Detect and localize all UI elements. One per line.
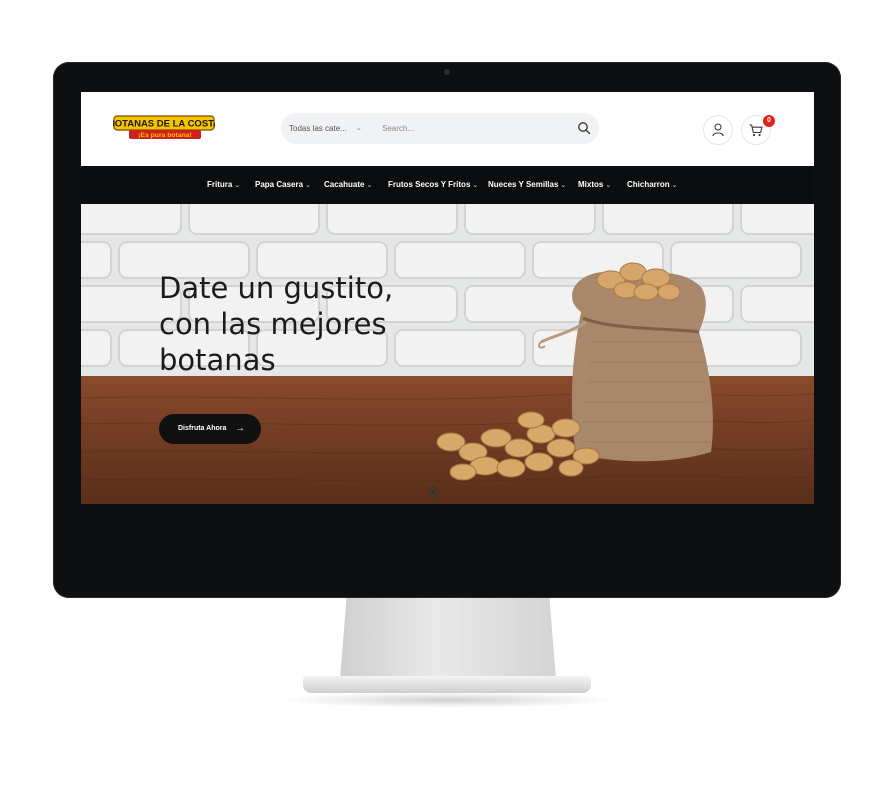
nav-item-papa-casera[interactable]: Papa Casera ⌄ [255, 166, 311, 204]
nav-item-label: Mixtos [578, 180, 604, 189]
chevron-down-icon: ⌄ [605, 182, 612, 189]
site-header: BOTANAS DE LA COSTA ¡Es pura botana! Tod… [81, 92, 814, 166]
chevron-down-icon: ⌄ [472, 182, 479, 189]
chevron-down-icon: ⌄ [234, 182, 241, 189]
disfruta-ahora-button[interactable]: Disfruta Ahora → [159, 414, 261, 444]
cta-label: Disfruta Ahora [178, 425, 227, 432]
nav-item-cacahuate[interactable]: Cacahuate ⌄ [324, 166, 372, 204]
category-select[interactable]: Todas las cate... [289, 113, 347, 144]
nav-item-label: Cacahuate [324, 180, 365, 189]
user-icon [712, 123, 724, 137]
nav-item-frutos-secos[interactable]: Frutos Secos Y Fritos ⌄ [388, 166, 478, 204]
nav-item-label: Chicharron [627, 180, 670, 189]
search-input[interactable] [382, 120, 562, 137]
nav-item-label: Frutos Secos Y Fritos [388, 180, 471, 189]
headline-line: con las mejores [159, 307, 387, 341]
monitor-base [303, 676, 591, 693]
monitor-base-shadow [280, 692, 616, 708]
search-icon[interactable] [577, 121, 591, 135]
botanas-logo[interactable]: BOTANAS DE LA COSTA ¡Es pura botana! [113, 114, 215, 142]
chevron-down-icon: ⌄ [671, 182, 678, 189]
website-screen: BOTANAS DE LA COSTA ¡Es pura botana! Tod… [81, 92, 814, 504]
main-navigation: Fritura ⌄ Papa Casera ⌄ Cacahuate ⌄ Frutos … [81, 166, 814, 204]
cart-count-badge: 0 [763, 115, 775, 127]
hero-banner: Date un gustito, con las mejores botanas… [81, 204, 814, 504]
account-button[interactable] [703, 115, 733, 145]
cart-icon [749, 124, 763, 137]
logo-title-text: BOTANAS DE LA COSTA [113, 119, 215, 130]
nav-item-fritura[interactable]: Fritura ⌄ [207, 166, 240, 204]
nav-item-label: Fritura [207, 180, 233, 189]
monitor-camera [444, 69, 450, 75]
nav-item-label: Papa Casera [255, 180, 304, 189]
chevron-down-icon: ⌄ [305, 182, 311, 189]
slider-dot-active[interactable] [428, 487, 439, 498]
chevron-down-icon[interactable]: ⌄ [356, 113, 362, 144]
monitor-stand [340, 598, 556, 680]
chevron-down-icon: ⌄ [366, 182, 373, 189]
headline-line: Date un gustito, [159, 271, 394, 305]
nav-item-nueces-semillas[interactable]: Nueces Y Semillas ⌄ [488, 166, 566, 204]
nav-item-mixtos[interactable]: Mixtos ⌄ [578, 166, 611, 204]
arrow-right-icon: → [235, 423, 245, 434]
nav-item-label: Nueces Y Semillas [488, 180, 559, 189]
nav-item-chicharron[interactable]: Chicharron ⌄ [627, 166, 678, 204]
headline-line: botanas [159, 343, 276, 377]
peanut-sack-image [436, 262, 713, 481]
chevron-down-icon: ⌄ [560, 182, 567, 189]
search-bar: Todas las cate... ⌄ [281, 113, 599, 144]
logo-tagline-text: ¡Es pura botana! [138, 132, 192, 139]
hero-headline: Date un gustito, con las mejores botanas [159, 270, 419, 378]
